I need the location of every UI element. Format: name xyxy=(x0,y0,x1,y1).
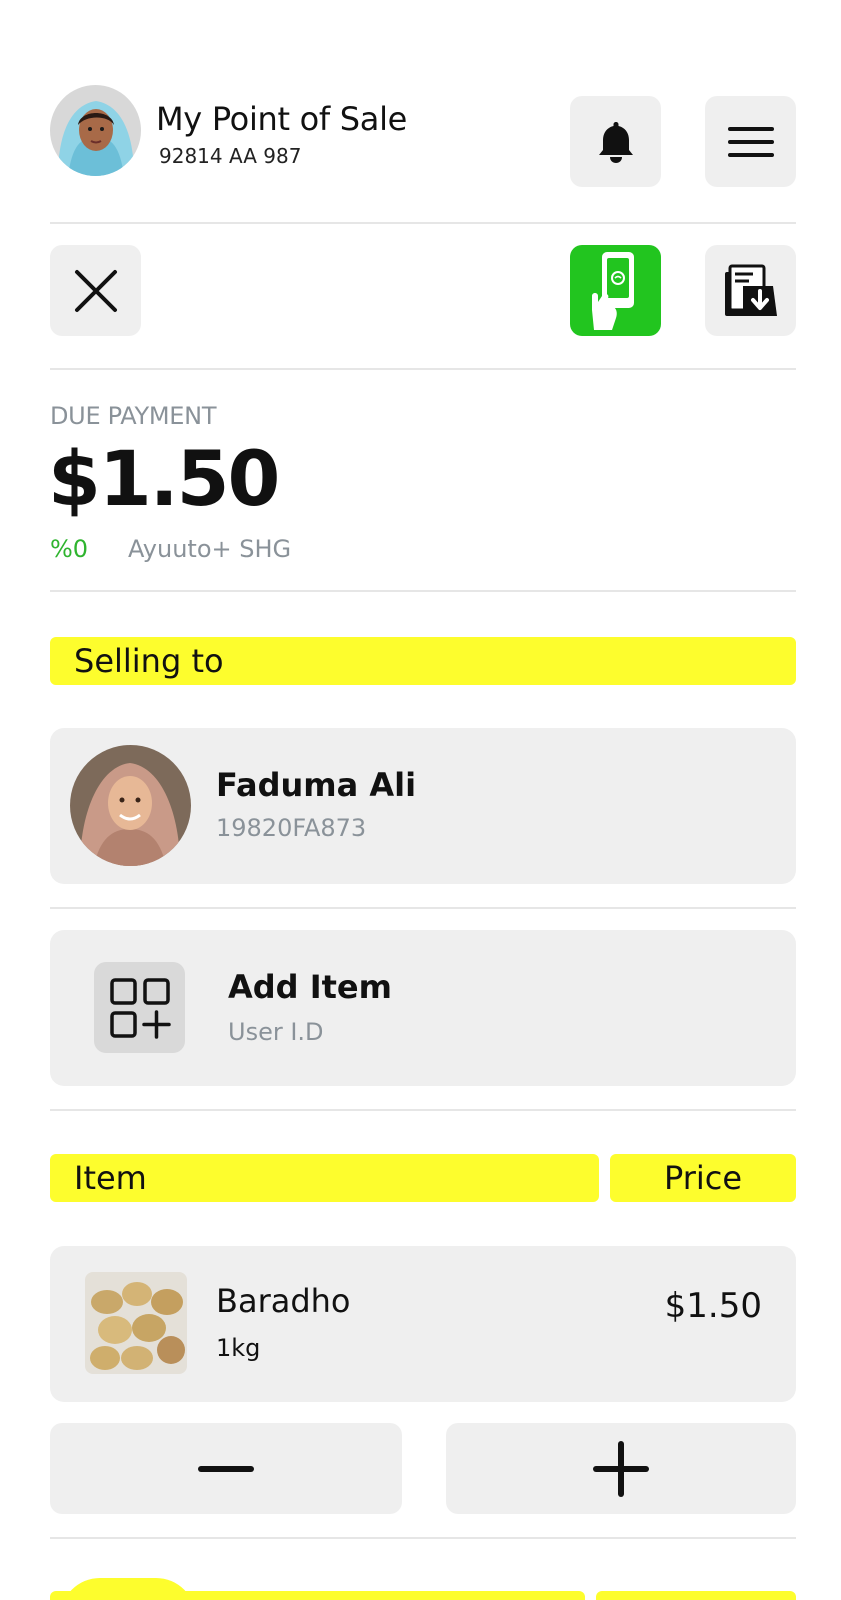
item-header-label: Item xyxy=(74,1159,147,1197)
divider xyxy=(50,222,796,224)
decrease-quantity-button[interactable] xyxy=(50,1423,402,1514)
item-price: $1.50 xyxy=(664,1286,762,1326)
plus-icon xyxy=(593,1440,649,1497)
document-download-icon xyxy=(724,264,777,316)
selling-to-header: Selling to xyxy=(50,637,796,685)
due-payment-label: DUE PAYMENT xyxy=(50,402,217,430)
item-name: Baradho xyxy=(216,1282,351,1320)
divider xyxy=(50,590,796,592)
customer-id: 19820FA873 xyxy=(216,814,367,842)
price-column-header: Price xyxy=(610,1154,796,1202)
app-title: My Point of Sale xyxy=(156,100,408,138)
divider xyxy=(50,1109,796,1111)
notifications-button[interactable] xyxy=(570,96,661,187)
add-item-subtitle: User I.D xyxy=(228,1018,324,1046)
divider xyxy=(50,368,796,370)
hamburger-menu-icon xyxy=(727,126,774,157)
bell-icon xyxy=(598,121,633,163)
item-unit: 1kg xyxy=(216,1334,261,1362)
price-header-label: Price xyxy=(663,1159,743,1197)
cancel-sale-button[interactable] xyxy=(50,245,141,336)
mobile-pay-button[interactable] xyxy=(570,245,661,336)
mobile-payment-icon xyxy=(591,251,634,330)
close-icon xyxy=(74,269,117,312)
increase-quantity-button[interactable] xyxy=(446,1423,796,1514)
selling-to-label: Selling to xyxy=(74,642,224,680)
item-thumbnail xyxy=(85,1272,187,1374)
merchant-id: 92814 AA 987 xyxy=(159,144,302,168)
customer-avatar xyxy=(70,745,191,866)
bottom-bar-right xyxy=(596,1591,796,1600)
divider xyxy=(50,907,796,909)
item-column-header: Item xyxy=(50,1154,599,1202)
customer-card[interactable]: Faduma Ali 19820FA873 xyxy=(50,728,796,884)
discount-percent: %0 xyxy=(50,535,89,563)
add-item-card[interactable]: Add Item User I.D xyxy=(50,930,796,1086)
download-receipt-button[interactable] xyxy=(705,245,796,336)
menu-button[interactable] xyxy=(705,96,796,187)
add-item-title: Add Item xyxy=(228,968,392,1006)
minus-icon xyxy=(198,1465,254,1472)
item-row[interactable]: Baradho 1kg $1.50 xyxy=(50,1246,796,1402)
due-amount: $1.50 xyxy=(48,434,280,523)
grid-add-icon xyxy=(109,977,171,1039)
divider xyxy=(50,1537,796,1539)
bottom-tab-pill[interactable] xyxy=(60,1578,196,1600)
customer-name: Faduma Ali xyxy=(216,766,417,804)
merchant-avatar[interactable] xyxy=(50,85,141,176)
savings-group-name: Ayuuto+ SHG xyxy=(128,535,292,563)
add-item-icon-tile xyxy=(94,962,185,1053)
